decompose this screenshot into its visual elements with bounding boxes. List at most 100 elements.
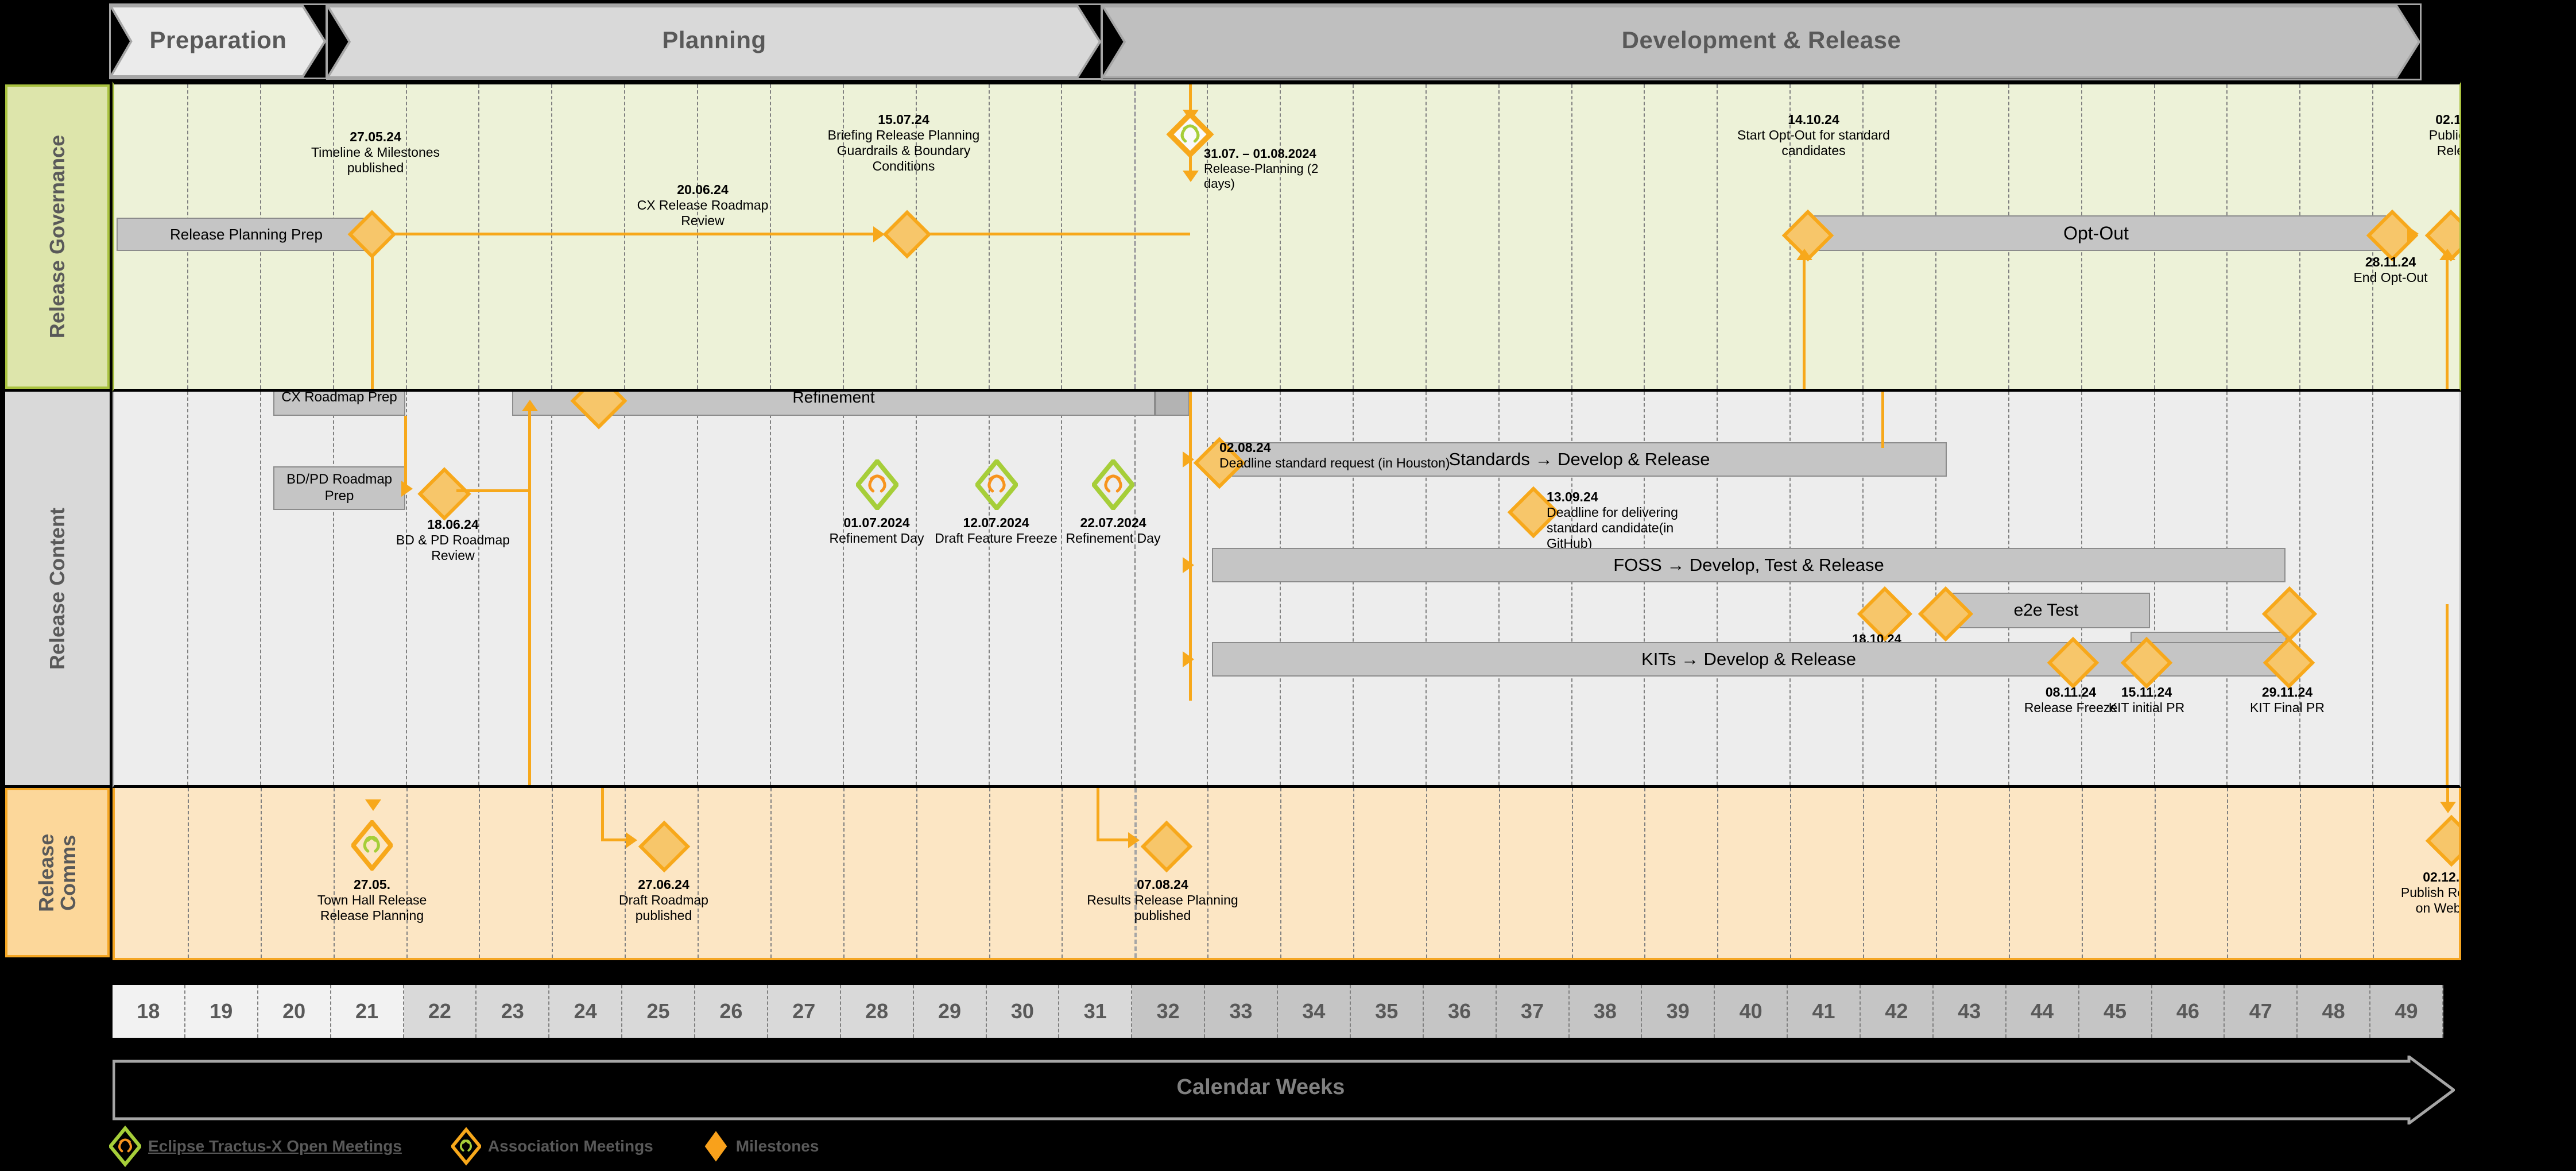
- week-cell[interactable]: 43: [1933, 985, 2006, 1038]
- week-cell[interactable]: 40: [1715, 985, 1788, 1038]
- lane-header-release-comms: Release Comms: [2, 788, 113, 960]
- calendar-week-row: 18 19 20 21 22 23 24 25 26 27 28 29 30 31 32 33 34 35 36 37…: [113, 983, 2443, 1038]
- week-cell[interactable]: 35: [1350, 985, 1424, 1038]
- gridline: [1717, 84, 1718, 389]
- week-number: 41: [1812, 999, 1835, 1023]
- week-cell[interactable]: 45: [2079, 985, 2152, 1038]
- week-cell[interactable]: 33: [1205, 985, 1278, 1038]
- week-cell[interactable]: 32: [1132, 985, 1206, 1038]
- connector-arrow: [1183, 451, 1194, 467]
- week-cell[interactable]: 19: [185, 985, 258, 1038]
- bar-e2e-test[interactable]: e2e Test: [1942, 593, 2150, 628]
- connector-arrow: [365, 799, 381, 811]
- week-cell[interactable]: 23: [477, 985, 550, 1038]
- legend: Eclipse Tractus-X Open Meetings Associat…: [109, 1126, 859, 1167]
- gridline: [260, 788, 262, 958]
- roadmap-canvas: Preparation Planning Development & Relea…: [0, 0, 2576, 1171]
- week-cell[interactable]: 20: [258, 985, 331, 1038]
- legend-item-association: Association Meetings: [451, 1126, 653, 1167]
- connector-arrow: [2407, 226, 2419, 242]
- legend-label: Milestones: [735, 1137, 819, 1155]
- week-cell[interactable]: 34: [1278, 985, 1351, 1038]
- week-cell[interactable]: 36: [1423, 985, 1497, 1038]
- week-cell[interactable]: 38: [1569, 985, 1643, 1038]
- gridline: [1062, 788, 1063, 958]
- gridline: [406, 788, 408, 958]
- milestone-diamond-draft-roadmap-published[interactable]: [638, 820, 691, 873]
- bar-bdpd-roadmap-prep[interactable]: BD/PD Roadmap Prep: [273, 466, 405, 510]
- week-cell[interactable]: 48: [2298, 985, 2371, 1038]
- week-cell[interactable]: 29: [913, 985, 987, 1038]
- week-cell[interactable]: 27: [768, 985, 841, 1038]
- week-cell[interactable]: 30: [986, 985, 1060, 1038]
- week-number: 24: [574, 999, 597, 1023]
- week-cell[interactable]: 31: [1059, 985, 1133, 1038]
- milestone-label: 28.11.24 End Opt-Out: [2353, 254, 2428, 285]
- connector-line: [378, 233, 877, 235]
- gridline: [625, 788, 626, 958]
- lane-body-release-comms: 27.05. Town Hall Release Release Plannin…: [113, 788, 2461, 960]
- week-cell[interactable]: 39: [1642, 985, 1715, 1038]
- week-cell[interactable]: 18: [113, 985, 185, 1038]
- milestone-diamond-results-release-planning[interactable]: [1140, 820, 1193, 873]
- week-cell[interactable]: 25: [622, 985, 695, 1038]
- week-cell[interactable]: 37: [1496, 985, 1570, 1038]
- gridline: [1935, 788, 1937, 958]
- gridline: [259, 392, 261, 785]
- gridline: [1207, 788, 1209, 958]
- association-icon: [451, 1127, 481, 1166]
- week-number: 26: [719, 999, 743, 1023]
- week-cell[interactable]: 49: [2370, 985, 2443, 1038]
- gridline: [2227, 788, 2229, 958]
- bar-foss-develop-test-release[interactable]: FOSS → Develop, Test & Release: [1212, 548, 2286, 582]
- gridline: [551, 392, 553, 785]
- week-number: 29: [938, 999, 962, 1023]
- tractusx-icon[interactable]: [975, 459, 1018, 510]
- week-number: 28: [865, 999, 889, 1023]
- milestone-diamond-publish-release-website[interactable]: [2425, 814, 2459, 867]
- week-number: 49: [2395, 999, 2418, 1023]
- milestone-diamond-bdpd-roadmap-review[interactable]: [417, 467, 471, 521]
- week-cell[interactable]: 26: [695, 985, 768, 1038]
- gridline: [1425, 84, 1427, 389]
- week-number: 32: [1156, 999, 1180, 1023]
- tractusx-icon[interactable]: [1092, 459, 1134, 510]
- week-cell[interactable]: 42: [1861, 985, 1934, 1038]
- week-number: 42: [1885, 999, 1908, 1023]
- association-icon[interactable]: [351, 820, 393, 871]
- week-number: 47: [2249, 999, 2272, 1023]
- week-number: 37: [1521, 999, 1544, 1023]
- gridline: [1571, 84, 1572, 389]
- tractusx-icon[interactable]: [856, 459, 898, 510]
- connector-arrow: [1128, 832, 1140, 848]
- bar-release-planning-prep[interactable]: Release Planning Prep: [117, 218, 376, 251]
- week-cell[interactable]: 44: [2006, 985, 2079, 1038]
- gridline: [2008, 788, 2010, 958]
- gridline: [843, 788, 845, 958]
- gridline: [989, 788, 990, 958]
- bar-cx-roadmap-prep[interactable]: CX Roadmap Prep: [273, 392, 405, 416]
- week-cell[interactable]: 47: [2225, 985, 2298, 1038]
- week-number: 48: [2322, 999, 2345, 1023]
- week-cell[interactable]: 21: [331, 985, 404, 1038]
- gridline: [1134, 392, 1137, 785]
- week-number: 45: [2104, 999, 2127, 1023]
- gridline: [1498, 84, 1500, 389]
- milestone-diamond-briefing-release-planning[interactable]: [882, 210, 932, 259]
- week-cell[interactable]: 24: [549, 985, 623, 1038]
- week-cell[interactable]: 28: [840, 985, 914, 1038]
- week-number: 36: [1448, 999, 1471, 1023]
- week-cell[interactable]: 22: [404, 985, 477, 1038]
- connector-line: [601, 788, 604, 841]
- week-number: 18: [137, 999, 160, 1023]
- week-cell[interactable]: 46: [2152, 985, 2225, 1038]
- bar-opt-out[interactable]: Opt-Out: [1803, 215, 2389, 251]
- gridline: [1498, 788, 1500, 958]
- connector-line: [918, 233, 1190, 235]
- week-cell[interactable]: 41: [1788, 985, 1861, 1038]
- connector-arrow: [1796, 249, 1812, 260]
- lane-header-release-governance: Release Governance: [2, 82, 113, 392]
- tractusx-icon: [109, 1126, 141, 1167]
- gridline: [1644, 84, 1645, 389]
- gridline: [2008, 392, 2009, 785]
